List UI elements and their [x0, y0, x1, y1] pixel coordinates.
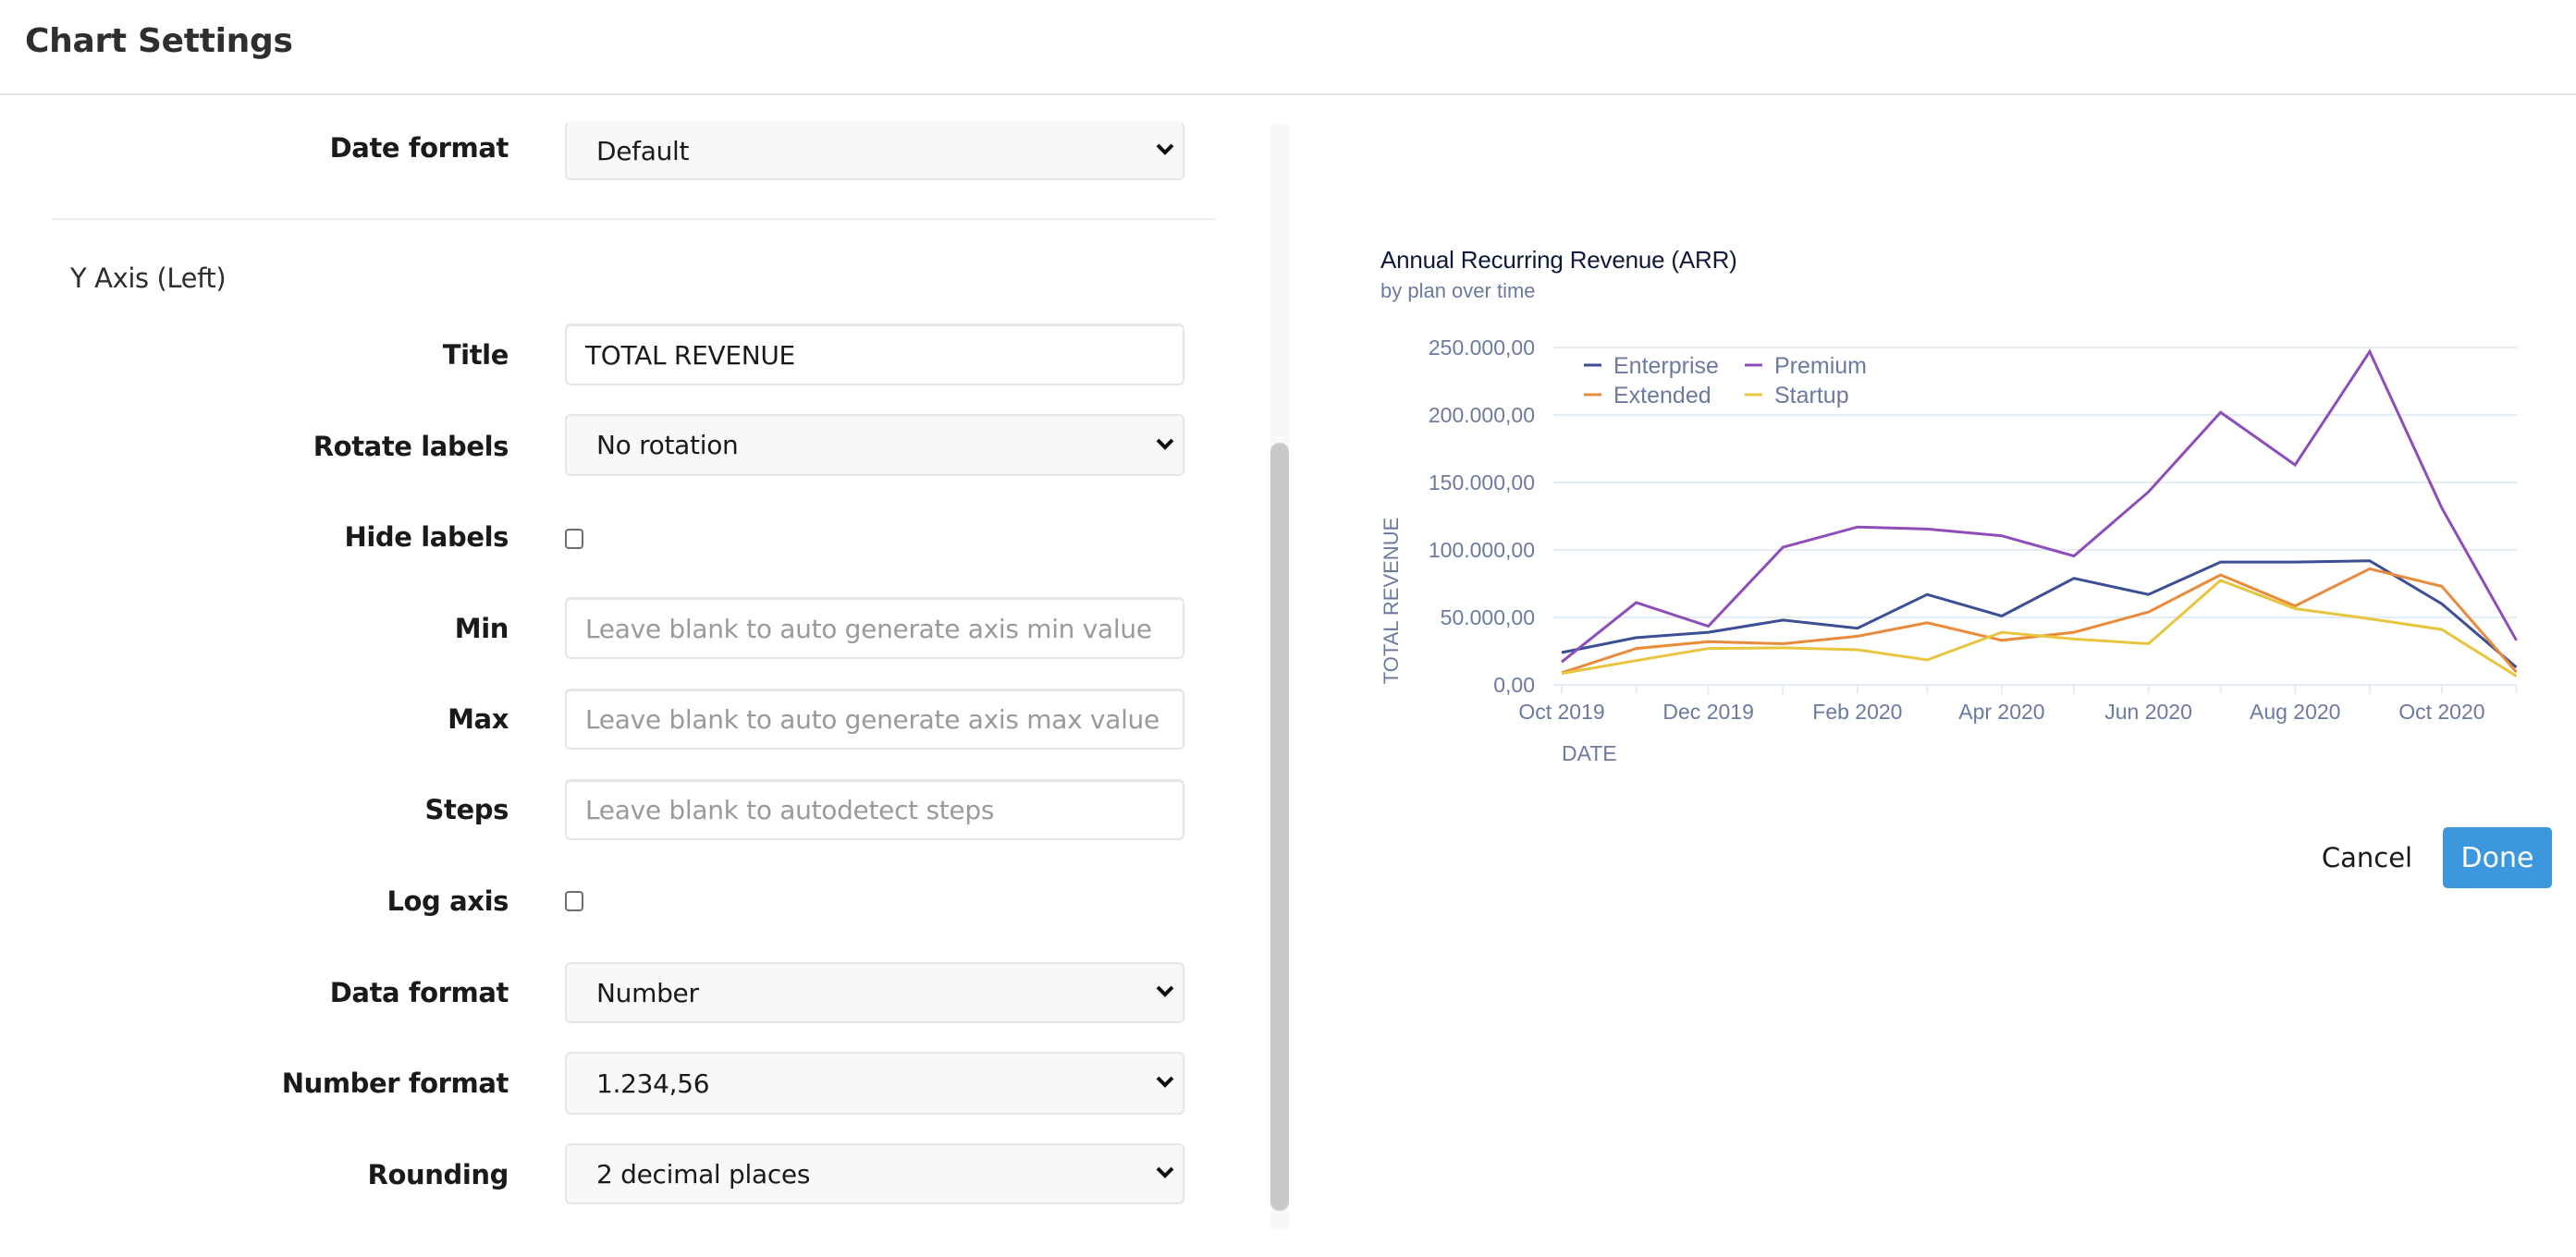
- legend-label: Enterprise: [1613, 353, 1719, 379]
- x-tick-label: Dec 2019: [1662, 700, 1753, 724]
- y-axis-ticks: 0,00 50.000,00 100.000,00 150.000,00 200.000…: [1429, 336, 1535, 697]
- chart-legend: Enterprise Premium Extended Startup: [1584, 353, 1867, 409]
- legend-item-enterprise: Enterprise: [1584, 353, 1719, 379]
- x-tick-label: Feb 2020: [1812, 700, 1902, 724]
- legend-label: Extended: [1613, 383, 1711, 409]
- x-tick-label: Aug 2020: [2250, 700, 2340, 724]
- legend-item-startup: Startup: [1745, 383, 1849, 409]
- series-line-enterprise: [1561, 559, 2518, 669]
- x-tick-label: Apr 2020: [1958, 700, 2044, 724]
- x-axis-title: DATE: [1562, 741, 1617, 765]
- y-tick-label: 200.000,00: [1429, 403, 1535, 427]
- y-tick-label: 100.000,00: [1429, 538, 1535, 562]
- legend-label: Startup: [1774, 383, 1849, 409]
- y-tick-label: 150.000,00: [1429, 470, 1535, 494]
- x-axis-ticks: Oct 2019 Dec 2019 Feb 2020 Apr 2020 Jun 2020…: [1518, 685, 2518, 724]
- y-axis-title: TOTAL REVENUE: [1380, 518, 1403, 685]
- dialog-header: Chart Settings: [0, 0, 2576, 95]
- legend-item-premium: Premium: [1745, 353, 1867, 379]
- x-tick-label: Jun 2020: [2104, 700, 2192, 724]
- done-button[interactable]: Done: [2443, 827, 2552, 888]
- dialog-title: Chart Settings: [25, 22, 293, 60]
- legend-item-extended: Extended: [1584, 383, 1711, 409]
- x-tick-label: Oct 2019: [1518, 700, 1604, 724]
- y-tick-label: 0,00: [1493, 673, 1535, 697]
- x-tick-label: Oct 2020: [2398, 700, 2484, 724]
- legend-label: Premium: [1774, 353, 1867, 379]
- series-line-startup: [1561, 579, 2518, 677]
- y-tick-label: 50.000,00: [1441, 605, 1535, 629]
- series-line-extended: [1561, 567, 2518, 675]
- cancel-button[interactable]: Cancel: [2312, 827, 2423, 888]
- y-tick-label: 250.000,00: [1429, 336, 1535, 360]
- line-chart: 0,00 50.000,00 100.000,00 150.000,00 200.000…: [1380, 336, 2518, 765]
